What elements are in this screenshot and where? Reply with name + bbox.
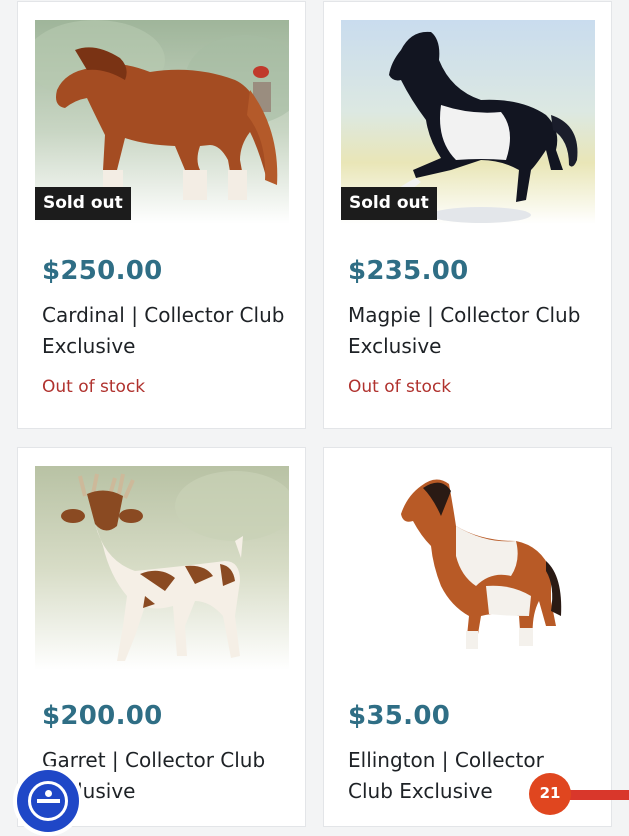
- stock-status: Out of stock: [42, 377, 146, 397]
- product-card[interactable]: $35.00 Ellington | Collector Club Exclus…: [323, 447, 612, 827]
- horse-image: [341, 466, 595, 670]
- product-image[interactable]: [341, 466, 595, 670]
- stock-status: Out of stock: [348, 377, 452, 397]
- deer-image: [35, 466, 289, 670]
- accessibility-button[interactable]: [13, 766, 83, 836]
- notification-badge[interactable]: 21: [529, 773, 571, 815]
- sold-out-badge: Sold out: [35, 187, 131, 220]
- product-card[interactable]: Sold out $250.00 Cardinal | Collector Cl…: [17, 1, 306, 429]
- sold-out-badge: Sold out: [341, 187, 437, 220]
- accessibility-icon-head: [45, 790, 52, 797]
- product-price: $250.00: [42, 256, 163, 286]
- product-image[interactable]: [35, 466, 289, 670]
- product-title[interactable]: Magpie | Collector Club Exclusive: [348, 300, 593, 362]
- product-price: $200.00: [42, 701, 163, 731]
- accessibility-icon: [28, 781, 68, 821]
- product-price: $35.00: [348, 701, 451, 731]
- product-price: $235.00: [348, 256, 469, 286]
- rewards-tab[interactable]: [562, 790, 629, 800]
- product-title[interactable]: Cardinal | Collector Club Exclusive: [42, 300, 287, 362]
- product-card[interactable]: Sold out $235.00 Magpie | Collector Club…: [323, 1, 612, 429]
